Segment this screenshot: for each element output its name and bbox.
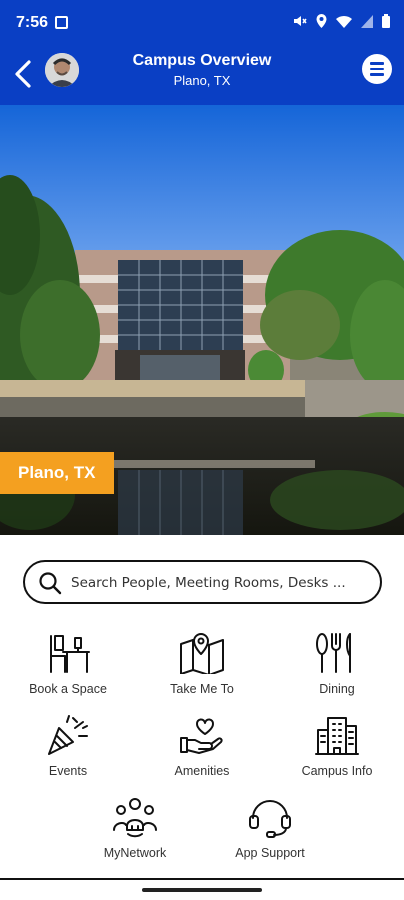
dining-tile[interactable]: Dining <box>277 632 397 704</box>
tile-label: Amenities <box>174 764 230 778</box>
app-support-tile[interactable]: App Support <box>210 796 330 868</box>
menu-line <box>370 73 384 76</box>
amenities-tile[interactable]: Amenities <box>142 714 262 786</box>
menu-button[interactable] <box>362 54 392 84</box>
search-input[interactable] <box>71 572 371 594</box>
home-gesture-handle[interactable] <box>142 888 262 892</box>
mute-icon <box>294 16 307 26</box>
notification-icon <box>55 16 68 29</box>
desk-chair-icon <box>50 635 90 673</box>
tile-label: Book a Space <box>29 682 107 696</box>
take-me-to-tile[interactable]: Take Me To <box>142 632 262 704</box>
status-bar: 7:56 <box>0 0 404 46</box>
heart-hand-icon <box>180 718 223 754</box>
people-network-icon <box>113 798 157 838</box>
map-pin-icon <box>180 633 224 674</box>
campus-info-tile[interactable]: Campus Info <box>277 714 397 786</box>
tile-label: Take Me To <box>170 682 234 696</box>
app-header: Campus Overview Plano, TX <box>0 46 404 105</box>
tile-label: Campus Info <box>301 764 373 778</box>
party-popper-icon <box>48 715 88 755</box>
buildings-icon <box>315 717 359 755</box>
menu-line <box>370 62 384 65</box>
tile-label: App Support <box>235 846 305 860</box>
search-icon <box>39 572 62 595</box>
page-title: Campus Overview <box>132 52 272 69</box>
battery-icon <box>382 14 390 28</box>
wifi-icon <box>336 15 352 28</box>
page-subtitle: Plano, TX <box>173 73 231 88</box>
utensils-icon <box>316 633 351 673</box>
status-icons <box>293 14 390 28</box>
headset-icon <box>249 800 291 838</box>
search-bar[interactable] <box>23 560 382 604</box>
events-tile[interactable]: Events <box>8 714 128 786</box>
book-a-space-tile[interactable]: Book a Space <box>8 632 128 704</box>
tile-label: Dining <box>319 682 355 696</box>
system-nav-bar <box>0 880 404 900</box>
tile-label: Events <box>48 764 88 778</box>
signal-icon <box>361 14 373 28</box>
tile-label: MyNetwork <box>103 846 167 860</box>
status-time: 7:56 <box>16 14 49 31</box>
location-icon <box>316 14 327 28</box>
mynetwork-tile[interactable]: MyNetwork <box>75 796 195 868</box>
menu-line <box>370 67 384 71</box>
location-badge: Plano, TX <box>0 452 114 494</box>
